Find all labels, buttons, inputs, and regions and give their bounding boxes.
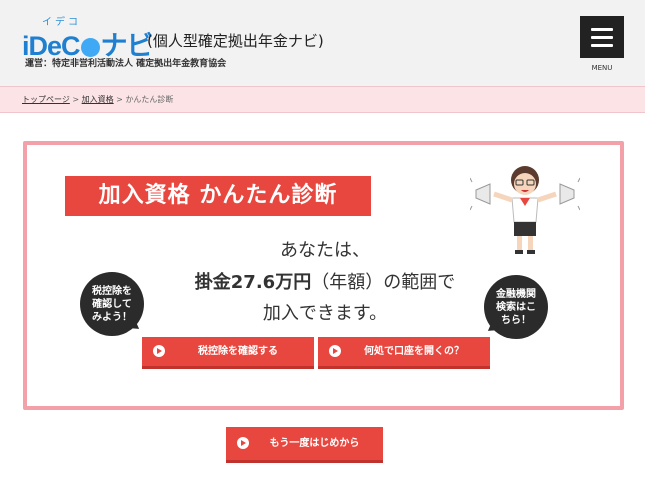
breadcrumb-parent-link[interactable]: 加入資格 — [82, 95, 114, 104]
result-line-2-rest: （年額）の範囲で — [311, 272, 456, 293]
menu-button[interactable] — [580, 16, 624, 58]
breadcrumb-separator: > — [113, 95, 126, 104]
menu-label: MENU — [591, 64, 613, 72]
breadcrumb: トップページ > 加入資格 > かんたん診断 — [0, 86, 645, 113]
contribution-amount: 掛金27.6万円 — [194, 272, 312, 293]
circle-arrow-right-icon — [329, 345, 341, 357]
site-header: イデコ iDeC ナビ (個人型確定拠出年金ナビ) 運営：特定非営利活動法人 確定… — [0, 0, 645, 86]
result-line-1: あなたは、 — [280, 240, 370, 261]
circle-arrow-right-icon — [153, 345, 165, 357]
logo-subtitle: (個人型確定拠出年金ナビ) — [147, 32, 324, 50]
breadcrumb-current: かんたん診断 — [125, 95, 174, 104]
diagnosis-title: 加入資格 かんたん診断 — [98, 183, 338, 208]
result-line-2: 掛金27.6万円（年額）の範囲で — [160, 268, 490, 294]
organization-text: 運営：特定非営利活動法人 確定拠出年金教育協会 — [25, 59, 227, 69]
where-to-open-account-button[interactable]: 何処で口座を開くの？ — [318, 337, 490, 369]
hamburger-icon — [591, 28, 613, 31]
breadcrumb-separator: > — [69, 95, 82, 104]
breadcrumb-home-link[interactable]: トップページ — [22, 95, 70, 104]
logo-dot-icon — [80, 38, 100, 57]
diagnosis-title-banner: 加入資格 かんたん診断 — [65, 176, 371, 216]
result-line-3: 加入できます。 — [262, 303, 388, 324]
check-tax-deduction-button[interactable]: 税控除を確認する — [142, 337, 314, 369]
circle-arrow-right-icon — [237, 437, 249, 449]
restart-button[interactable]: もう一度はじめから — [226, 427, 383, 463]
